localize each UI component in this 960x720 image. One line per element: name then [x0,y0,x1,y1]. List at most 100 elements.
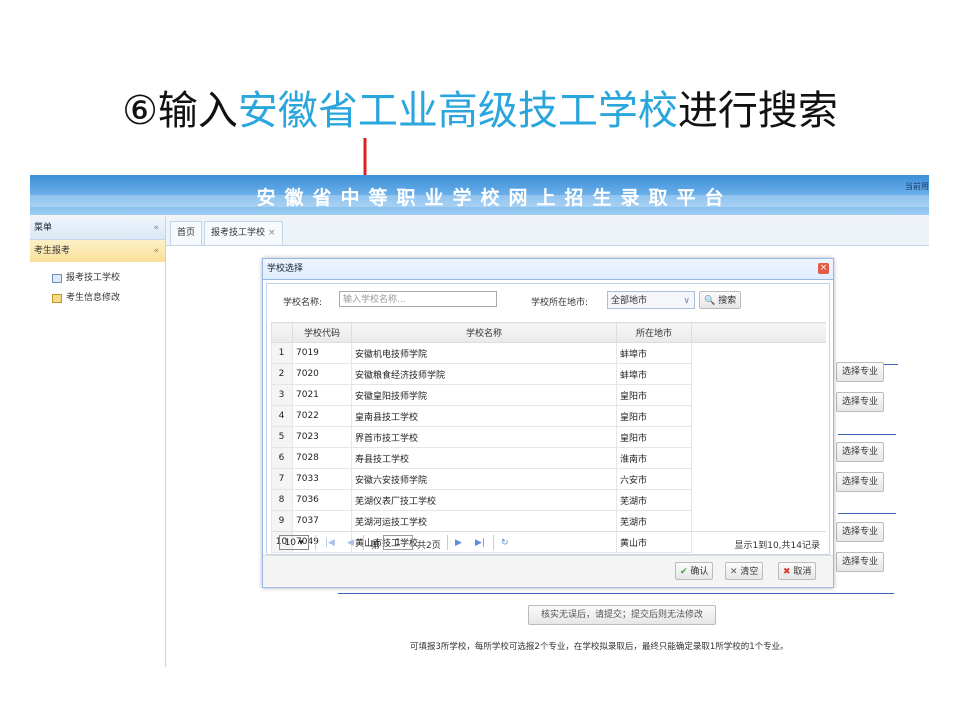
row-blank [692,406,827,427]
school-city: 六安市 [616,468,692,490]
search-row: 学校名称: 输入学校名称... 学校所在地市: 全部地市 ∨ 🔍 搜索 [267,284,829,317]
divider [838,513,896,514]
page-size-value: 10 [284,538,297,548]
school-city: 皇阳市 [616,384,692,406]
pager-separator [315,535,316,550]
dialog-footer: ✔ 确认 ✕ 清空 ✖ 取消 [263,555,833,586]
school-name-input[interactable]: 输入学校名称... [339,291,497,307]
row-blank [692,469,827,490]
table-row[interactable]: 4 7022 皇南县技工学校 皇阳市 [271,405,827,427]
search-button[interactable]: 🔍 搜索 [699,291,742,309]
school-city: 蚌埠市 [616,342,692,364]
sidebar-item-apply[interactable]: 报考技工学校 [30,268,165,288]
cancel-icon: ✖ [783,567,791,577]
close-icon[interactable]: × [818,263,829,274]
confirm-label: 确认 [690,567,709,577]
school-name: 皇南县技工学校 [351,405,617,427]
edit-icon [52,293,62,303]
school-city: 芜湖市 [616,489,692,511]
page-number-input[interactable]: 1 [383,535,413,550]
cancel-label: 取消 [793,567,812,577]
pager-separator [447,535,448,550]
first-page-icon[interactable]: |◀ [325,538,335,548]
pager-separator [493,535,494,550]
city-label: 学校所在地市: [531,298,589,308]
tab-apply[interactable]: 报考技工学校 × [204,221,283,245]
sidebar-header: 菜单 « [30,217,165,240]
prev-page-icon[interactable]: ◀ [347,538,354,548]
row-number: 8 [271,489,293,511]
school-code: 7022 [292,405,352,427]
app-title: 安徽省中等职业学校网上招生录取平台 [256,187,733,209]
table-row[interactable]: 5 7023 界首市技工学校 皇阳市 [271,426,827,448]
school-code: 7023 [292,426,352,448]
column-header-name[interactable]: 学校名称 [351,322,617,343]
next-page-icon[interactable]: ▶ [455,538,462,548]
school-name: 芜湖仪表厂技工学校 [351,489,617,511]
table-row[interactable]: 6 7028 寿县技工学校 淮南市 [271,447,827,469]
select-major-button[interactable]: 选择专业 [836,392,884,412]
select-major-button[interactable]: 选择专业 [836,522,884,542]
select-major-button[interactable]: 选择专业 [836,552,884,572]
table-row[interactable]: 1 7019 安徽机电技师学院 蚌埠市 [271,342,827,364]
city-select[interactable]: 全部地市 ∨ [607,291,695,309]
school-name-label: 学校名称: [283,298,323,308]
slide-title: ⑥输入安徽省工业高级技工学校进行搜索 [0,78,960,136]
clear-button[interactable]: ✕ 清空 [725,562,764,580]
city-select-value: 全部地市 [611,296,648,306]
table-row[interactable]: 3 7021 安徽皇阳技师学院 皇阳市 [271,384,827,406]
row-number: 3 [271,384,293,406]
dialog-header: 学校选择 × [263,259,833,280]
row-number: 6 [271,447,293,469]
school-code: 7033 [292,468,352,490]
cancel-button[interactable]: ✖ 取消 [778,562,817,580]
row-blank [692,427,827,448]
row-number: 5 [271,426,293,448]
check-icon: ✔ [680,567,688,577]
sidebar-group-label: 考生报考 [34,246,71,256]
column-header-city[interactable]: 所在地市 [616,322,692,343]
sidebar-item-label: 考生信息修改 [66,293,121,303]
search-button-label: 搜索 [718,296,737,306]
close-icon[interactable]: × [268,228,276,238]
select-major-button[interactable]: 选择专业 [836,472,884,492]
form-icon [52,273,62,283]
sidebar-item-edit-info[interactable]: 考生信息修改 [30,288,165,308]
column-header-code[interactable]: 学校代码 [292,322,352,343]
table-row[interactable]: 8 7036 芜湖仪表厂技工学校 芜湖市 [271,489,827,511]
tab-home[interactable]: 首页 [170,221,203,245]
table-row[interactable]: 7 7033 安徽六安技师学院 六安市 [271,468,827,490]
select-major-button[interactable]: 选择专业 [836,442,884,462]
row-number: 7 [271,468,293,490]
school-name: 界首市技工学校 [351,426,617,448]
refresh-icon[interactable]: ↻ [501,538,509,548]
title-highlight: 安徽省工业高级技工学校 [237,88,678,134]
search-icon: 🔍 [704,296,716,306]
row-number: 4 [271,405,293,427]
school-name: 安徽皇阳技师学院 [351,384,617,406]
school-city: 芜湖市 [616,510,692,532]
school-city: 蚌埠市 [616,363,692,385]
submit-button[interactable]: 核实无误后，请提交；提交后则无法修改 [528,605,716,625]
table-row[interactable]: 2 7020 安徽粮食经济技师学院 蚌埠市 [271,363,827,385]
notice-text: 可填报3所学校，每所学校可选报2个专业，在学校拟录取后，最终只能确定录取1所学校… [410,642,789,652]
last-page-icon[interactable]: ▶| [475,538,485,548]
select-major-button[interactable]: 选择专业 [836,362,884,382]
school-name: 寿县技工学校 [351,447,617,469]
group-collapse-icon[interactable]: « [153,240,159,262]
school-name: 安徽粮食经济技师学院 [351,363,617,385]
school-city: 皇阳市 [616,405,692,427]
page-size-select[interactable]: 10 ▾ [279,535,309,550]
row-blank [692,364,827,385]
table-row[interactable]: 9 7037 芜湖河运技工学校 芜湖市 [271,510,827,532]
page-total: 共2页 [417,541,441,551]
collapse-icon[interactable]: « [153,217,159,239]
row-blank [692,343,827,364]
sidebar-group-exam[interactable]: 考生报考 « [30,240,165,262]
confirm-button[interactable]: ✔ 确认 [675,562,714,580]
page-prefix: 第 [371,541,381,551]
title-post: 进行搜索 [677,88,838,134]
row-number: 1 [271,342,293,364]
clear-label: 清空 [740,567,759,577]
app-header: 安徽省中等职业学校网上招生录取平台 当前用 [30,175,929,215]
